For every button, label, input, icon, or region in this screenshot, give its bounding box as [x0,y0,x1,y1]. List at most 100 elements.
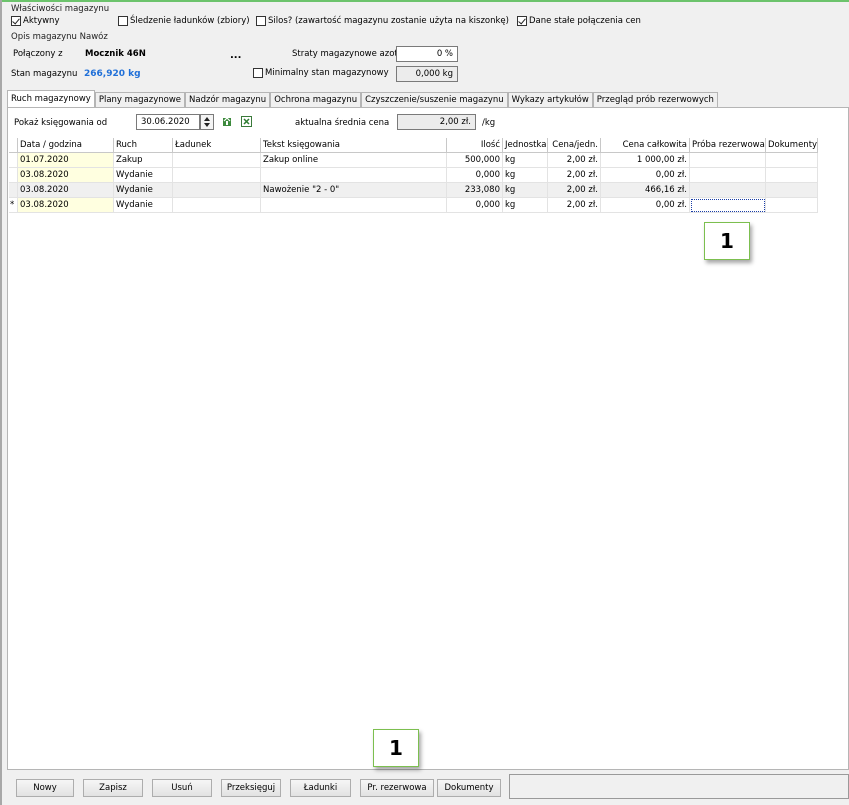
cell-batch[interactable] [173,153,261,168]
documents-button[interactable]: Dokumenty [437,779,501,797]
min-stock-label: Minimalny stan magazynowy [265,68,389,78]
tab-strip: Ruch magazynowy Plany magazynowe Nadzór … [7,90,718,107]
cell-documents[interactable] [766,198,818,213]
cell-text[interactable]: Nawożenie "2 - 0" [261,183,447,198]
tab-reserve-samples[interactable]: Przegląd prób rezerwowych [592,92,718,107]
cell-movement[interactable]: Zakup [114,153,173,168]
tab-stock-movement[interactable]: Ruch magazynowy [7,90,95,107]
col-movement[interactable]: Ruch [114,138,173,153]
cell-date[interactable]: 03.08.2020 [18,198,114,213]
table-row[interactable]: 03.08.2020 Wydanie 0,000 kg 2,00 zł. 0,0… [9,168,818,183]
row-marker-header [9,138,18,153]
delete-button[interactable]: Usuń [152,779,212,797]
stock-label: Stan magazynu [11,69,78,79]
cell-movement[interactable]: Wydanie [114,183,173,198]
cell-date[interactable]: 01.07.2020 [18,153,114,168]
checkbox-checked-icon [11,16,21,26]
new-button[interactable]: Nowy [16,779,74,797]
cell-total[interactable]: 466,16 zł. [601,183,690,198]
active-checkbox[interactable]: Aktywny [11,16,59,26]
new-row-marker: * [9,198,18,213]
cell-text[interactable] [261,198,447,213]
cell-text[interactable]: Zakup online [261,153,447,168]
col-reserve-sample[interactable]: Próba rezerwowa [690,138,766,153]
cell-reserve-sample[interactable] [690,183,766,198]
col-unit[interactable]: Jednostka [503,138,548,153]
col-total[interactable]: Cena całkowita [601,138,690,153]
checkbox-checked-icon [517,16,527,26]
tab-stock-plans[interactable]: Plany magazynowe [94,92,186,107]
cell-qty[interactable]: 233,080 [447,183,503,198]
cell-total[interactable]: 1 000,00 zł. [601,153,690,168]
cell-movement[interactable]: Wydanie [114,168,173,183]
col-documents[interactable]: Dokumenty [766,138,818,153]
cell-unit[interactable]: kg [503,198,548,213]
col-unit-price[interactable]: Cena/jedn. [548,138,601,153]
excel-export-icon[interactable] [241,116,252,127]
min-stock-field[interactable]: 0,000 kg [396,66,458,82]
row-marker [9,168,18,183]
cell-qty[interactable]: 0,000 [447,168,503,183]
cell-documents[interactable] [766,183,818,198]
tab-stock-protection[interactable]: Ochrona magazynu [270,92,362,107]
cell-total[interactable]: 0,00 zł. [601,198,690,213]
checkbox-unchecked-icon [118,16,128,26]
fixed-prices-checkbox[interactable]: Dane stałe połączenia cen [517,16,641,26]
linked-ellipsis-button[interactable]: ... [230,50,241,61]
stock-value: 266,920 kg [84,69,141,79]
spin-down-icon [204,123,210,127]
cell-unit-price[interactable]: 2,00 zł. [548,168,601,183]
nitrogen-loss-field[interactable]: 0 % [396,46,458,62]
cell-batch[interactable] [173,168,261,183]
avg-price-field: 2,00 zł. [397,114,476,130]
cell-documents[interactable] [766,168,818,183]
tab-article-lists[interactable]: Wykazy artykułów [507,92,593,107]
cell-total[interactable]: 0,00 zł. [601,168,690,183]
cell-reserve-sample-focused[interactable] [690,198,766,213]
silo-checkbox[interactable]: Silos? (zawartość magazynu zostanie użyt… [256,16,509,26]
window-top-accent [0,0,849,2]
batches-button[interactable]: Ładunki [290,779,351,797]
cell-text[interactable] [261,168,447,183]
cell-unit[interactable]: kg [503,183,548,198]
tab-stock-supervision[interactable]: Nadzór magazynu [185,92,271,107]
unit-label: /kg [482,118,496,128]
cell-movement[interactable]: Wydanie [114,198,173,213]
cell-unit-price[interactable]: 2,00 zł. [548,153,601,168]
batch-tracking-checkbox[interactable]: Śledzenie ładunków (zbiory) [118,16,250,26]
rebook-button[interactable]: Przeksięguj [221,779,281,797]
callout-marker-upper: 1 [704,222,750,260]
table-row-new[interactable]: * 03.08.2020 Wydanie 0,000 kg 2,00 zł. 0… [9,198,818,213]
save-button[interactable]: Zapisz [83,779,143,797]
cell-reserve-sample[interactable] [690,168,766,183]
cell-date[interactable]: 03.08.2020 [18,183,114,198]
cell-qty[interactable]: 500,000 [447,153,503,168]
tab-cleaning-drying[interactable]: Czyszczenie/suszenie magazynu [361,92,508,107]
cell-unit[interactable]: kg [503,153,548,168]
cell-unit-price[interactable]: 2,00 zł. [548,183,601,198]
date-from-field[interactable]: 30.06.2020 [136,114,200,130]
col-date[interactable]: Data / godzina [18,138,114,153]
active-label: Aktywny [23,16,60,26]
cell-unit-price[interactable]: 2,00 zł. [548,198,601,213]
cell-reserve-sample[interactable] [690,153,766,168]
col-qty[interactable]: Ilość [447,138,503,153]
cell-unit[interactable]: kg [503,168,548,183]
nitrogen-loss-label: Straty magazynowe azotu [292,49,404,59]
checkbox-unchecked-icon [256,16,266,26]
col-text[interactable]: Tekst księgowania [261,138,447,153]
min-stock-checkbox[interactable]: Minimalny stan magazynowy [253,68,389,78]
cell-date[interactable]: 03.08.2020 [18,168,114,183]
cell-batch[interactable] [173,198,261,213]
cell-documents[interactable] [766,153,818,168]
col-batch[interactable]: Ładunek [173,138,261,153]
table-row[interactable]: 01.07.2020 Zakup Zakup online 500,000 kg… [9,153,818,168]
silo-label: Silos? (zawartość magazynu zostanie użyt… [268,16,509,26]
refresh-icon[interactable] [222,116,233,127]
cell-qty[interactable]: 0,000 [447,198,503,213]
reserve-sample-button[interactable]: Pr. rezerwowa [360,779,434,797]
date-spinner[interactable] [200,114,214,130]
table-row[interactable]: 03.08.2020 Wydanie Nawożenie "2 - 0" 233… [9,183,818,198]
avg-price-label: aktualna średnia cena [295,118,390,128]
cell-batch[interactable] [173,183,261,198]
